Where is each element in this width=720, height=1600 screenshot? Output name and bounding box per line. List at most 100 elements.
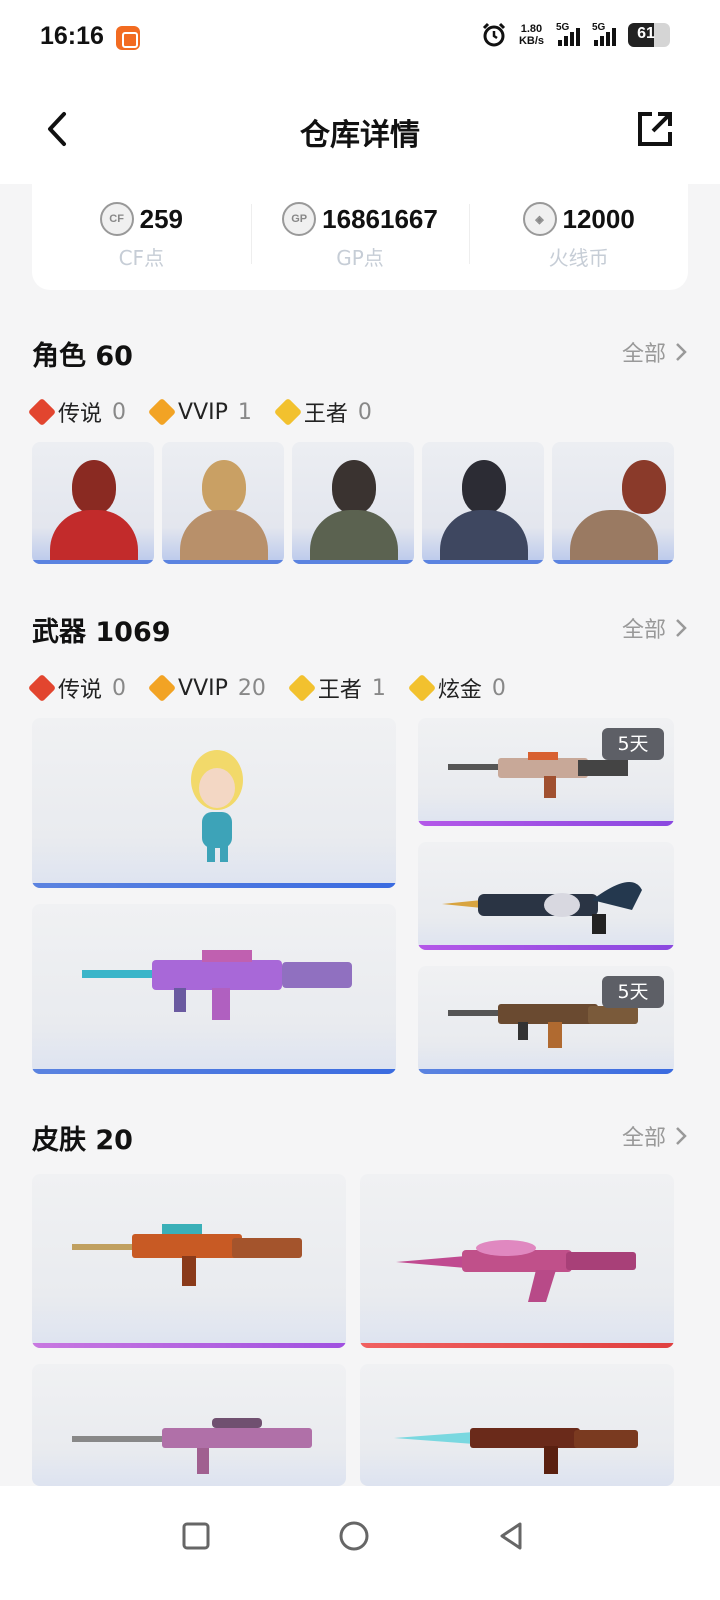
sniper-skin-image (72, 1418, 312, 1474)
skins-section-header: 皮肤 20 全部 (32, 1118, 688, 1158)
dragon-rifle-image (442, 882, 642, 934)
net-speed-value: 1.80 (520, 23, 543, 35)
gold-icon (407, 673, 437, 703)
chevron-right-icon (676, 1127, 687, 1145)
weapons-see-all-button[interactable]: 全部 (622, 612, 688, 644)
role-card[interactable] (162, 442, 284, 564)
roles-title: 角色 60 (32, 341, 133, 372)
roles-section-header: 角色 60 全部 (32, 334, 688, 374)
network-speed: 1.80 KB/s (519, 23, 544, 47)
character-image (332, 460, 376, 514)
tag-count: 1 (237, 399, 252, 425)
weapons-section-header: 武器 1069 全部 (32, 610, 688, 650)
skins-see-all-button[interactable]: 全部 (622, 1120, 688, 1152)
role-card[interactable] (32, 442, 154, 564)
tag-count: 20 (237, 675, 266, 701)
roles-tag-legend[interactable]: 传说 0 (27, 396, 127, 428)
cf-point-icon: CF (99, 202, 134, 236)
rifle-image (82, 950, 352, 1020)
vvip-icon (147, 397, 177, 427)
weapons-see-all-label: 全部 (621, 618, 666, 643)
weapons-tags: 传说 0 VVIP 20 王者 1 炫金 0 (27, 672, 506, 704)
ak-skin-image (394, 1428, 638, 1474)
gp-value: 16861667 (322, 203, 438, 234)
weapons-tag-legend[interactable]: 传说 0 (27, 672, 127, 704)
tag-name: 炫金 (437, 678, 482, 703)
ak-skin-image (396, 1240, 636, 1302)
signal-2-icon: 5G (592, 22, 616, 46)
roles-tags: 传说 0 VVIP 1 王者 0 (27, 396, 372, 428)
currency-cf: CF 259 CF点 (32, 184, 251, 290)
rental-days-badge: 5天 (602, 976, 664, 1008)
skin-card-1[interactable] (32, 1174, 346, 1348)
roles-tag-vvip[interactable]: VVIP 1 (147, 397, 252, 427)
chevron-right-icon (676, 619, 687, 637)
skins-see-all-label: 全部 (621, 1126, 666, 1151)
role-card[interactable] (552, 442, 674, 564)
character-image (622, 460, 666, 514)
cf-value: 259 (139, 203, 184, 234)
app-notification-icon (116, 26, 140, 50)
fire-coin-icon: ◈ (522, 202, 557, 236)
chevron-right-icon (676, 343, 687, 361)
signal-1-icon: 5G (556, 22, 580, 46)
currency-card: CF 259 CF点 GP 16861667 GP点 ◈ 12000 火线币 (32, 184, 688, 290)
fire-coin-label: 火线币 (548, 246, 609, 270)
weapon-card-large-1[interactable] (32, 718, 396, 888)
skin-card-4[interactable] (360, 1364, 674, 1486)
king-icon (273, 397, 303, 427)
weapons-tag-gold[interactable]: 炫金 0 (407, 672, 506, 704)
alarm-icon (482, 22, 505, 47)
gp-label: GP点 (336, 246, 384, 270)
pet-figure-image (191, 750, 243, 862)
character-image (202, 460, 246, 514)
signal-2-label: 5G (592, 22, 606, 33)
tag-count: 0 (491, 675, 506, 701)
roles-tag-king[interactable]: 王者 0 (273, 396, 372, 428)
skin-card-3[interactable] (32, 1364, 346, 1486)
home-button[interactable] (334, 1516, 374, 1556)
roles-thumbnails (32, 442, 688, 564)
status-icons: 1.80 KB/s 5G 5G 61 (481, 22, 670, 48)
currency-gp: GP 16861667 GP点 (250, 184, 470, 290)
roles-see-all-label: 全部 (621, 342, 666, 367)
rifle-skin-image (72, 1224, 302, 1286)
weapon-card-small-3[interactable]: 5天 (418, 966, 674, 1074)
currency-fire-coin: ◈ 12000 火线币 (469, 184, 688, 290)
skin-card-2[interactable] (360, 1174, 674, 1348)
battery-icon: 61 (628, 23, 670, 47)
tag-count: 0 (112, 399, 127, 425)
weapons-tag-king[interactable]: 王者 1 (287, 672, 386, 704)
recent-apps-button[interactable] (176, 1516, 216, 1556)
share-icon[interactable] (636, 110, 674, 148)
role-card[interactable] (292, 442, 414, 564)
page-title: 仓库详情 (300, 118, 420, 153)
tag-count: 0 (112, 675, 127, 701)
fire-coin-value: 12000 (562, 203, 635, 234)
weapons-tag-vvip[interactable]: VVIP 20 (147, 673, 266, 703)
weapon-card-small-2[interactable] (418, 842, 674, 950)
roles-see-all-button[interactable]: 全部 (622, 336, 688, 368)
vvip-icon (147, 673, 177, 703)
tag-name: VVIP (178, 399, 228, 425)
legend-icon (27, 397, 57, 427)
tag-name: 传说 (58, 678, 103, 703)
legend-icon (27, 673, 57, 703)
weapon-card-small-1[interactable]: 5天 (418, 718, 674, 826)
back-nav-button[interactable] (492, 1516, 532, 1556)
signal-1-label: 5G (556, 22, 570, 33)
skins-title: 皮肤 20 (32, 1125, 133, 1156)
battery-level: 61 (637, 25, 655, 42)
king-icon (287, 673, 317, 703)
rental-days-badge: 5天 (602, 728, 664, 760)
character-image (72, 460, 116, 514)
status-bar: 16:16 1.80 KB/s 5G 5G 61 (0, 0, 720, 76)
tag-count: 0 (357, 399, 372, 425)
weapon-card-large-2[interactable] (32, 904, 396, 1074)
character-image (462, 460, 506, 514)
tag-count: 1 (371, 675, 386, 701)
tag-name: VVIP (178, 675, 228, 701)
role-card[interactable] (422, 442, 544, 564)
system-nav-bar (0, 1486, 720, 1600)
status-time: 16:16 (40, 22, 104, 50)
